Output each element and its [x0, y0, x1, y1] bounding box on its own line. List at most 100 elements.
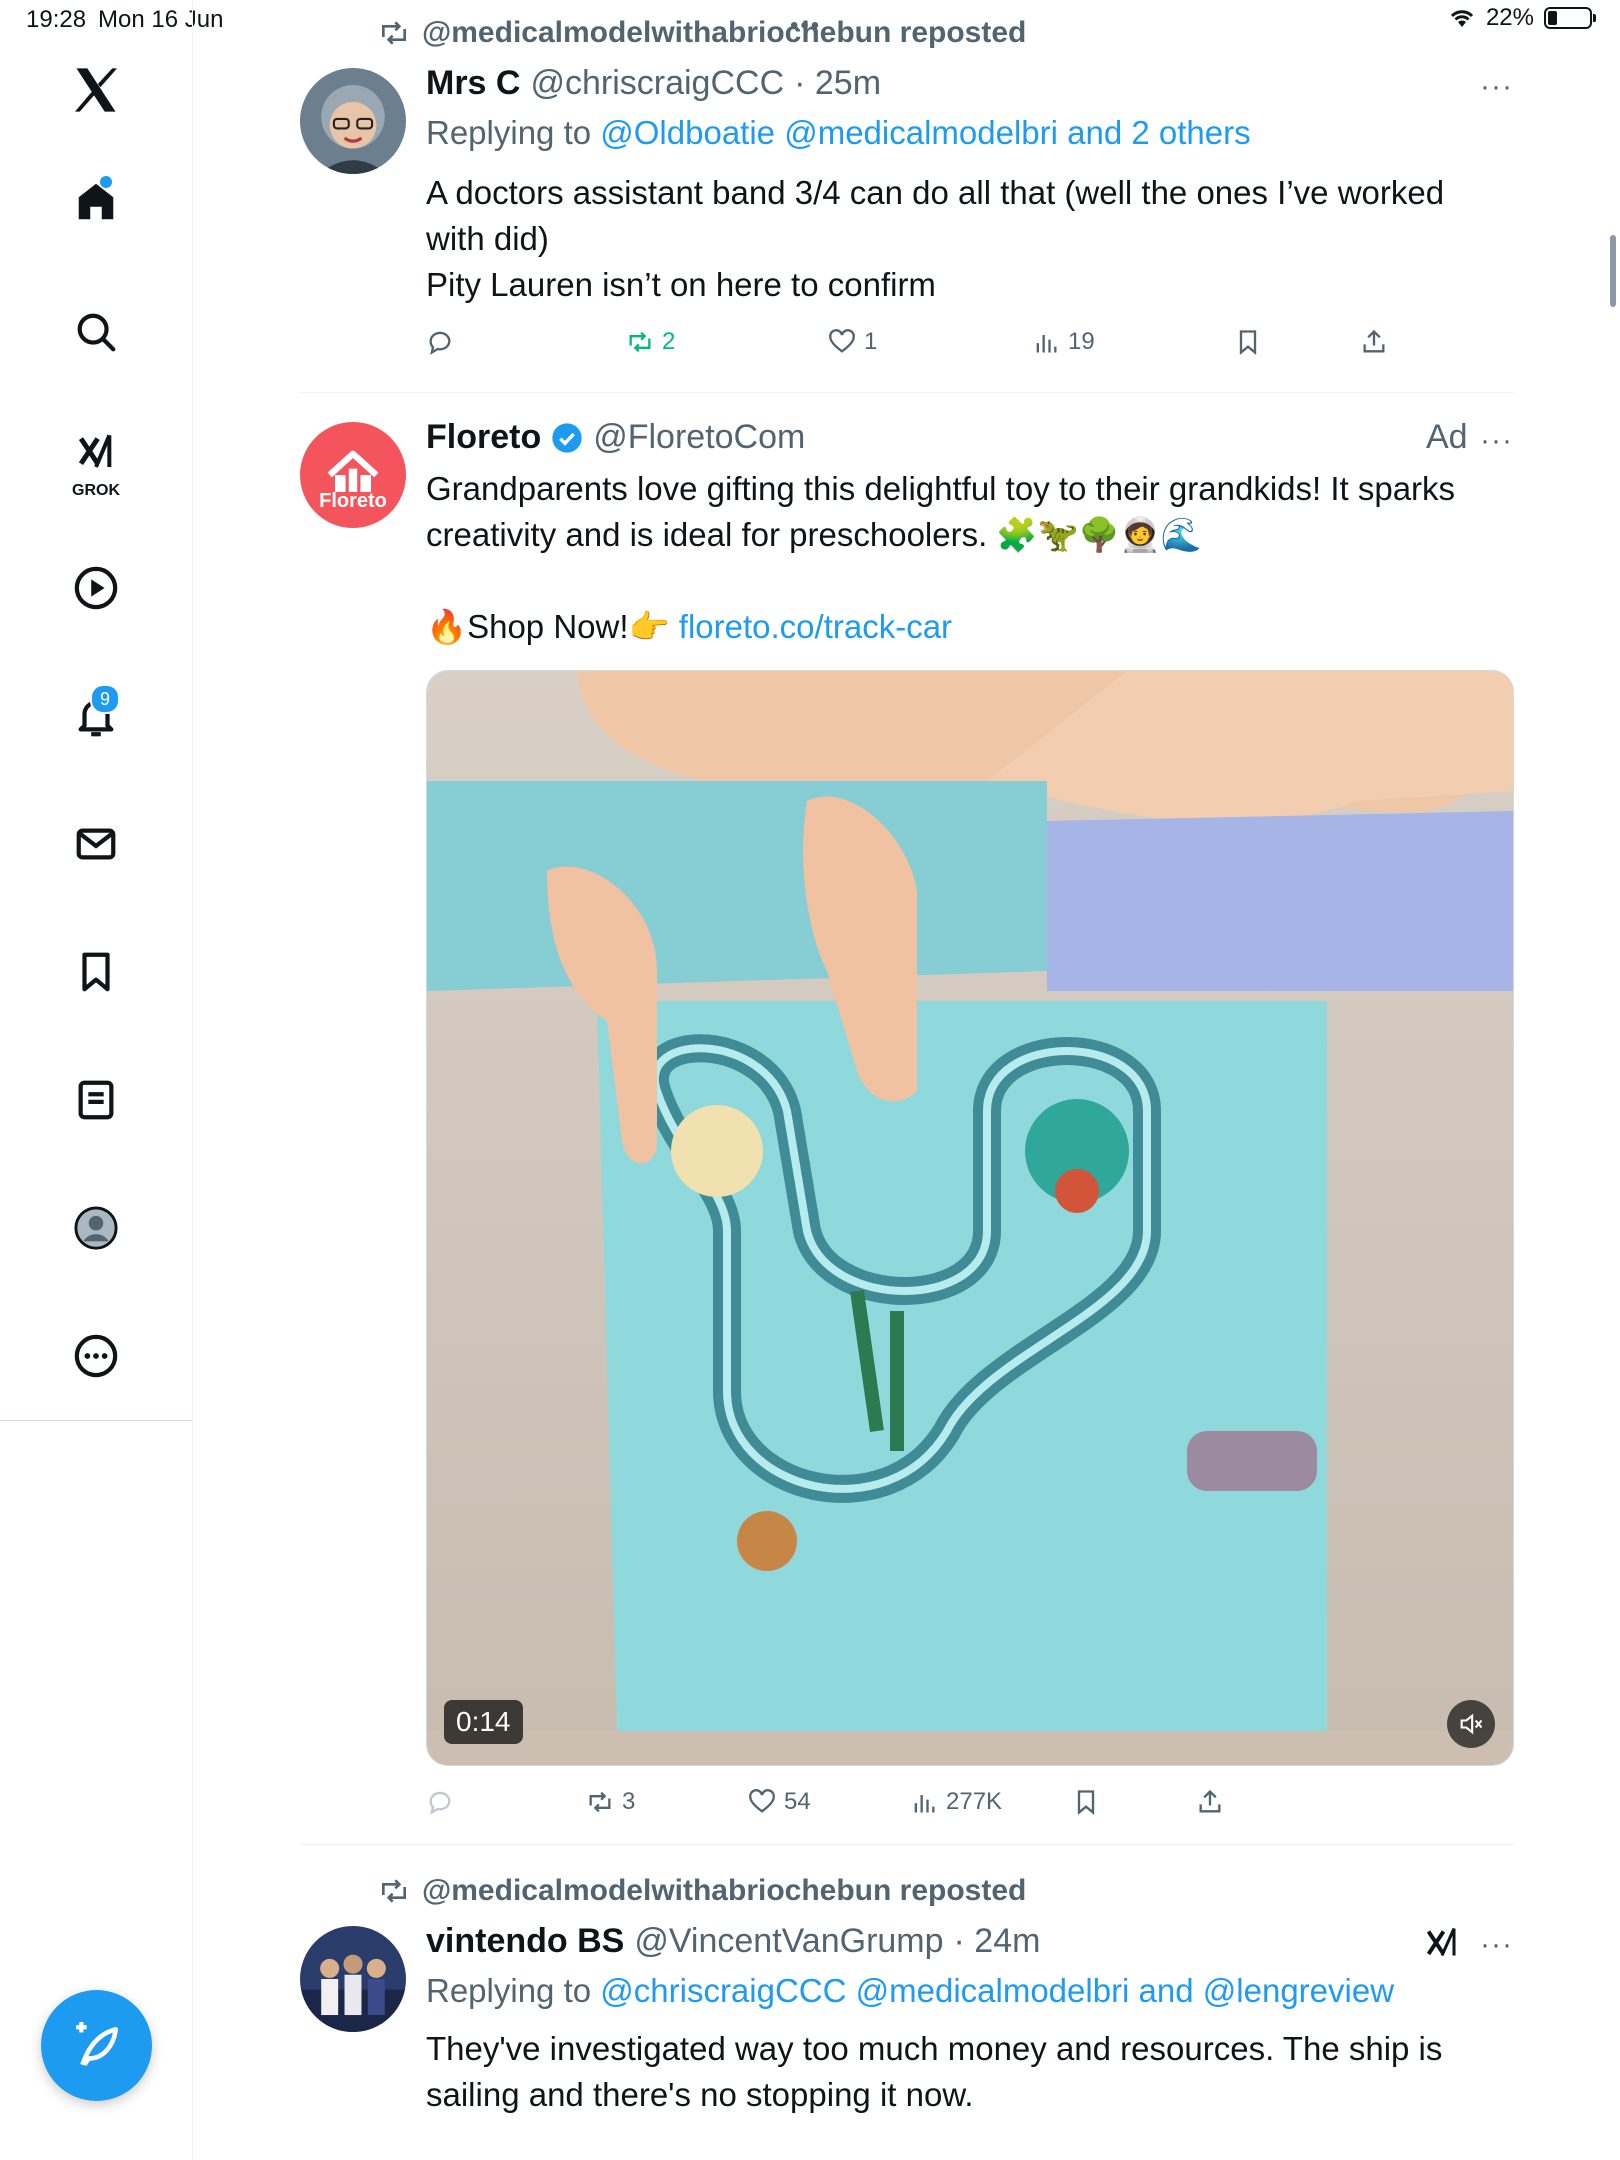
views-icon [1036, 335, 1057, 353]
retweet-button[interactable]: 2 [626, 328, 675, 356]
grok-post-button[interactable] [1424, 1924, 1460, 1965]
avatar-text: Floreto [319, 490, 387, 512]
like-button[interactable]: 54 [748, 1788, 811, 1816]
compose-button[interactable] [41, 1990, 152, 2101]
author-handle[interactable]: @chriscraigCCC [530, 64, 784, 103]
post-text: Grandparents love gifting this delightfu… [426, 466, 1516, 558]
cta-line: 🔥Shop Now!👉 floreto.co/track-car [426, 604, 952, 650]
compose-feather-icon [75, 2021, 118, 2066]
post-header: vintendo BS @VincentVanGrump · 24m [426, 1922, 1040, 1961]
author-handle[interactable]: @FloretoCom [593, 418, 805, 457]
sidebar-item-messages[interactable] [50, 798, 142, 890]
reply-button[interactable] [426, 1788, 454, 1816]
battery-percent: 22% [1485, 4, 1534, 31]
sidebar-divider [0, 1420, 192, 1421]
avatar-image [300, 68, 406, 174]
play-icon [74, 566, 118, 610]
reply-button[interactable] [426, 328, 454, 356]
retweet-count: 2 [662, 328, 676, 355]
reply-icon [429, 331, 451, 355]
reply-prefix: Replying to [426, 114, 601, 151]
repost-by: @medicalmodelwithabriochebun reposted [422, 16, 1027, 49]
views-button[interactable]: 277K [910, 1788, 1002, 1816]
share-icon [1363, 329, 1385, 353]
more-icon [74, 1334, 118, 1378]
grok-icon [1426, 1927, 1456, 1957]
post-header: Floreto @FloretoCom [426, 418, 805, 457]
bookmark-button[interactable] [1072, 1788, 1100, 1816]
sidebar-item-explore[interactable] [50, 286, 142, 378]
grok-icon [78, 434, 112, 468]
bookmark-button[interactable] [1234, 328, 1262, 356]
sidebar-item-more[interactable] [50, 1310, 142, 1402]
avatar-floreto[interactable]: Floreto [300, 422, 406, 528]
sidebar-item-bookmarks[interactable] [50, 926, 142, 1018]
post-time[interactable]: · 24m [954, 1922, 1041, 1961]
reply-context: Replying to @chriscraigCCC @medicalmodel… [426, 1972, 1394, 2010]
sidebar-item-lists[interactable] [50, 1054, 142, 1146]
scrollbar[interactable] [1610, 235, 1616, 307]
share-button[interactable] [1360, 328, 1388, 356]
heart-icon [749, 1789, 775, 1813]
ad-link[interactable]: floreto.co/track-car [679, 608, 952, 645]
verified-badge-icon [552, 422, 582, 453]
retweet-icon [629, 331, 651, 353]
grok-label: GROK [72, 482, 120, 499]
author-name[interactable]: Mrs C [426, 64, 520, 103]
reply-context: Replying to @Oldboatie @medicalmodelbri … [426, 114, 1251, 152]
sidebar-item-home[interactable] [50, 156, 142, 248]
x-logo-button[interactable] [50, 44, 142, 136]
post-more-button[interactable]: ··· [1480, 70, 1513, 104]
sidebar-item-profile[interactable] [50, 1182, 142, 1274]
repost-indicator: @medicalmodelwithabriochebun reposted [378, 16, 1026, 50]
author-name[interactable]: vintendo BS [426, 1922, 624, 1961]
post-text-line: with did) [426, 220, 549, 257]
repost-by: @medicalmodelwithabriochebun reposted [422, 1874, 1027, 1907]
ad-label: Ad [1426, 418, 1468, 456]
views-button[interactable]: 19 [1032, 328, 1095, 356]
ad-video[interactable] [426, 670, 1514, 1766]
retweet-icon [382, 21, 406, 45]
share-button[interactable] [1196, 1788, 1224, 1816]
list-icon [78, 1080, 114, 1120]
home-icon [78, 183, 114, 220]
video-duration: 0:14 [444, 1700, 523, 1744]
post-text-line: Pity Lauren isn’t on here to confirm [426, 266, 936, 303]
bookmark-icon [82, 952, 110, 992]
post-header: Mrs C @chriscraigCCC · 25m [426, 64, 881, 103]
author-handle[interactable]: @VincentVanGrump [634, 1922, 943, 1961]
cta-text: 🔥Shop Now!👉 [426, 608, 679, 645]
bookmark-icon [1077, 1790, 1095, 1815]
notifications-badge: 9 [90, 684, 120, 714]
sidebar-item-grok[interactable]: GROK [50, 414, 142, 506]
like-button[interactable]: 1 [828, 328, 877, 356]
post-more-button[interactable]: ··· [1480, 1928, 1513, 1962]
heart-icon [829, 329, 855, 353]
avatar-mrs-c[interactable] [300, 68, 406, 174]
reply-to-link[interactable]: @Oldboatie @medicalmodelbri and 2 others [600, 114, 1250, 151]
sidebar-item-video[interactable] [50, 542, 142, 634]
like-count: 54 [784, 1788, 811, 1815]
post-text: A doctors assistant band 3/4 can do all … [426, 170, 1516, 308]
post-more-button[interactable]: ··· [1480, 424, 1513, 458]
post-text-line: A doctors assistant band 3/4 can do all … [426, 174, 1445, 211]
post-time[interactable]: · 25m [794, 64, 881, 103]
post-divider [299, 392, 1514, 393]
avatar-vintendo-bs[interactable] [300, 1926, 406, 2032]
bookmark-icon [1239, 330, 1257, 355]
avatar-image [300, 1926, 406, 2032]
wifi-icon [1450, 10, 1474, 27]
views-count: 277K [946, 1788, 1003, 1815]
mute-button[interactable] [1447, 1700, 1495, 1748]
sidebar-item-notifications[interactable]: 9 [50, 670, 142, 762]
unread-dot [100, 176, 112, 188]
reply-to-link[interactable]: @chriscraigCCC @medicalmodelbri and @len… [600, 1972, 1394, 2009]
post-text: They've investigated way too much money … [426, 2026, 1516, 2118]
retweet-button[interactable]: 3 [586, 1788, 635, 1816]
retweet-icon [589, 1791, 611, 1813]
author-name[interactable]: Floreto [426, 418, 541, 457]
video-frame [427, 671, 1513, 1765]
retweet-count: 3 [622, 1788, 636, 1815]
post-divider [299, 1844, 1514, 1845]
speaker-muted-icon [1460, 1713, 1483, 1735]
